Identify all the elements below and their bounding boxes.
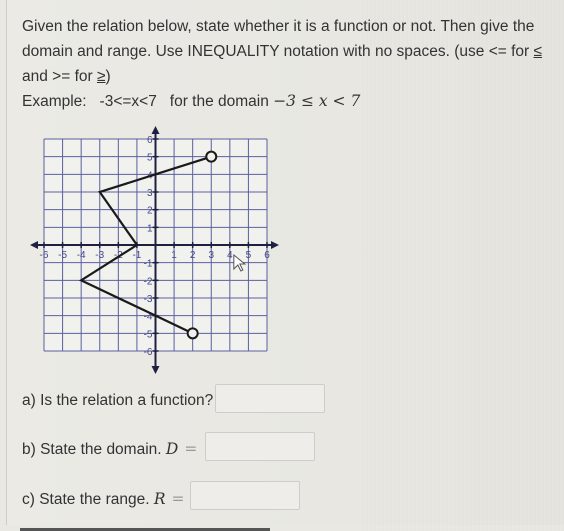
geq-symbol: ≥ bbox=[96, 68, 106, 85]
x-tick-label: -6 bbox=[40, 250, 49, 261]
range-answer-input[interactable] bbox=[190, 481, 300, 510]
x-tick-label: 4 bbox=[227, 250, 233, 261]
x-tick-label: 1 bbox=[171, 250, 177, 261]
function-answer-input[interactable] bbox=[215, 384, 325, 413]
open-endpoint bbox=[186, 327, 199, 340]
instructions-line-2: domain and range. Use INEQUALITY notatio… bbox=[22, 39, 557, 64]
y-tick-label: -3 bbox=[144, 294, 153, 305]
relation-graph: -6 -5 -4 -3 -2 -1 1 2 3 4 5 6 6 5 4 3 2 1 -1 -2 -3 -4 -5 -6 bbox=[30, 125, 280, 375]
x-tick-label: 5 bbox=[246, 250, 252, 261]
y-tick-label: -5 bbox=[144, 329, 153, 340]
instructions-line-3: and >= for ≥) bbox=[22, 64, 557, 89]
x-tick-label: -4 bbox=[77, 250, 86, 261]
question-a-label: a) Is the relation a function? bbox=[22, 392, 214, 409]
instructions-line-1: Given the relation below, state whether … bbox=[22, 14, 557, 39]
y-tick-label: -1 bbox=[144, 259, 153, 270]
x-tick-label: 2 bbox=[190, 250, 196, 261]
y-axis-down-arrow bbox=[151, 366, 160, 374]
y-tick-label: 2 bbox=[147, 206, 153, 217]
open-endpoint bbox=[205, 150, 218, 163]
graph-svg: -6 -5 -4 -3 -2 -1 1 2 3 4 5 6654321-1-2-3-4-5-6 bbox=[30, 126, 279, 374]
x-axis-right-arrow bbox=[271, 241, 279, 249]
example-math: −3 ≤ x < 7 bbox=[273, 92, 361, 110]
question-a: a) Is the relation a function? bbox=[22, 392, 213, 410]
instructions-text-2: domain and range. Use INEQUALITY notatio… bbox=[22, 43, 534, 60]
instructions-text-3: and >= for bbox=[22, 68, 97, 85]
question-c: c) State the range. R = bbox=[22, 490, 185, 509]
x-tick-label: -3 bbox=[95, 250, 104, 261]
example-line: Example: -3<=x<7 for the domain −3 ≤ x <… bbox=[22, 89, 557, 114]
example-label: Example: bbox=[22, 93, 87, 110]
domain-var: D bbox=[165, 440, 179, 458]
question-c-label: c) State the range. bbox=[22, 491, 150, 508]
domain-answer-input[interactable] bbox=[205, 432, 315, 461]
y-tick-label: 5 bbox=[147, 153, 153, 164]
example-mid-text: for the domain bbox=[169, 93, 269, 110]
x-tick-label: -1 bbox=[132, 250, 141, 261]
x-tick-label: 3 bbox=[208, 250, 214, 261]
instructions: Given the relation below, state whether … bbox=[22, 14, 557, 114]
y-tick-label: 6 bbox=[147, 135, 153, 146]
instructions-text-1: Given the relation below, state whether … bbox=[22, 18, 535, 35]
close-paren: ) bbox=[105, 68, 111, 85]
example-text: -3<=x<7 bbox=[99, 93, 157, 110]
leq-symbol: ≤ bbox=[533, 43, 543, 60]
y-tick-label: -6 bbox=[144, 347, 153, 358]
x-tick-label: -5 bbox=[58, 250, 67, 261]
x-axis-left-arrow bbox=[30, 241, 38, 249]
range-var: R bbox=[153, 490, 166, 508]
x-tick-label: 6 bbox=[264, 250, 270, 261]
y-tick-label: 1 bbox=[147, 223, 153, 234]
y-tick-label: 3 bbox=[147, 188, 153, 199]
question-b-label: b) State the domain. bbox=[22, 441, 162, 458]
question-b: b) State the domain. D = bbox=[22, 440, 197, 459]
equals-sign: = bbox=[184, 440, 198, 458]
y-axis-up-arrow bbox=[151, 126, 160, 134]
y-tick-label: -2 bbox=[144, 276, 153, 287]
equals-sign: = bbox=[171, 490, 185, 508]
